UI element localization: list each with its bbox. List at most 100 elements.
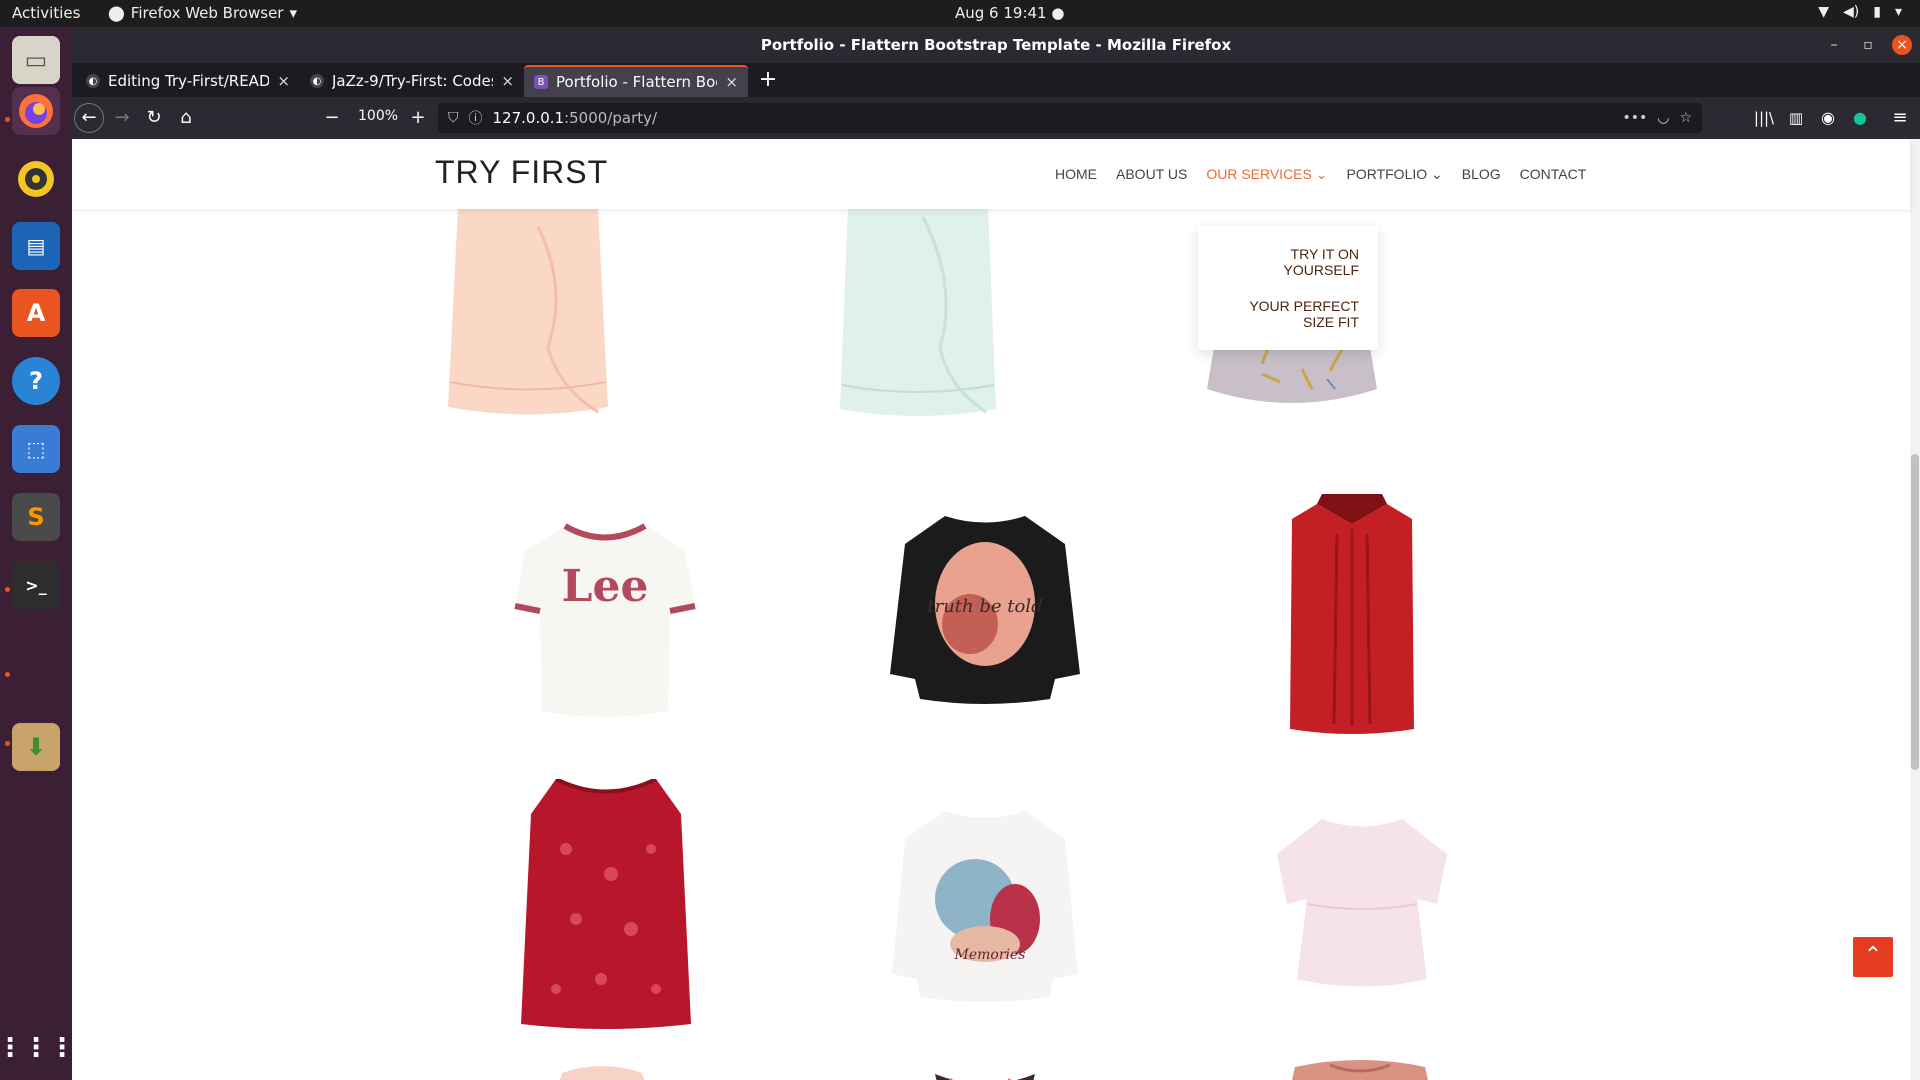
- close-tab-icon[interactable]: ×: [277, 72, 290, 90]
- hamburger-menu-icon[interactable]: ≡: [1886, 104, 1914, 132]
- page-content: TRY FIRST HOME ABOUT US OUR SERVICES ⌄ P…: [72, 139, 1920, 1080]
- tab-editing-readme[interactable]: ◐ Editing Try-First/READM ×: [76, 65, 300, 97]
- firefox-small-icon: ⬤: [108, 4, 125, 22]
- help-icon[interactable]: ?: [12, 357, 60, 405]
- url-text[interactable]: 127.0.0.1:5000/party/: [493, 109, 1613, 127]
- tab-github-repo[interactable]: ◐ JaZz-9/Try-First: Codes a ×: [300, 65, 524, 97]
- system-tray[interactable]: ▼ ◀) ▮ ▾: [1818, 4, 1902, 20]
- menu-contact[interactable]: CONTACT: [1520, 166, 1587, 183]
- close-icon[interactable]: ×: [1892, 35, 1912, 55]
- close-tab-icon[interactable]: ×: [501, 72, 514, 90]
- running-indicator: [5, 587, 10, 592]
- clock-label: Aug 6 19:41: [955, 4, 1047, 22]
- running-indicator: [5, 741, 10, 746]
- writer-icon[interactable]: ▤: [12, 222, 60, 270]
- tab-label: JaZz-9/Try-First: Codes a: [332, 72, 493, 90]
- product-image-truth-be-told-sweater[interactable]: truth be told: [890, 504, 1080, 714]
- product-print-text: truth be told: [927, 596, 1042, 617]
- home-icon[interactable]: ⌂: [172, 104, 200, 132]
- services-dropdown: TRY IT ON YOURSELF YOUR PERFECT SIZE FIT: [1198, 226, 1378, 350]
- new-tab-icon[interactable]: +: [755, 67, 781, 92]
- maximize-icon[interactable]: ▫: [1858, 35, 1878, 55]
- tab-portfolio[interactable]: B Portfolio - Flattern Boot ×: [524, 65, 748, 97]
- menu-services-label: OUR SERVICES: [1206, 166, 1312, 182]
- activities-button[interactable]: Activities: [12, 4, 80, 22]
- tab-label: Portfolio - Flattern Boot: [556, 73, 718, 91]
- window-title: Portfolio - Flattern Bootstrap Template …: [760, 36, 1232, 54]
- show-applications-icon[interactable]: ⋮⋮⋮: [0, 1024, 75, 1072]
- product-image-patterned-partial[interactable]: [930, 1064, 1040, 1080]
- account-icon[interactable]: ◉: [1814, 104, 1842, 132]
- bootstrap-icon: B: [534, 75, 548, 89]
- terminal-icon[interactable]: >_: [12, 561, 60, 609]
- chevron-down-icon: ⌄: [1315, 166, 1328, 182]
- address-bar[interactable]: ⛉ ⓘ 127.0.0.1:5000/party/ ••• ◡ ☆: [438, 103, 1702, 133]
- product-image-red-pleated-top[interactable]: [1272, 494, 1432, 744]
- chevron-down-icon: ⌄: [1431, 166, 1443, 182]
- product-image-mint-ruffle-top[interactable]: [828, 207, 1008, 427]
- menu-portfolio-label: PORTFOLIO: [1346, 166, 1428, 182]
- firefox-logo-icon: [19, 94, 53, 128]
- running-indicator: [5, 672, 10, 677]
- volume-icon: ◀): [1843, 4, 1860, 20]
- software-center-icon[interactable]: A: [12, 289, 60, 337]
- github-icon: ◐: [86, 74, 100, 88]
- menu-home[interactable]: HOME: [1055, 166, 1097, 183]
- firefox-icon[interactable]: [12, 87, 60, 135]
- menu-portfolio[interactable]: PORTFOLIO ⌄: [1346, 166, 1442, 183]
- product-image-white-graphic-top[interactable]: Memories: [890, 799, 1080, 1009]
- back-arrow-icon[interactable]: ←: [74, 103, 104, 133]
- tab-strip: ◐ Editing Try-First/READM × ◐ JaZz-9/Try…: [72, 63, 1920, 97]
- more-actions-icon[interactable]: •••: [1622, 110, 1647, 126]
- sublime-text-icon[interactable]: S: [12, 493, 60, 541]
- product-image-red-lace-top[interactable]: [516, 779, 696, 1029]
- grammarly-icon[interactable]: ●: [1846, 104, 1874, 132]
- product-image-peach-ruffle-top[interactable]: [438, 207, 618, 427]
- info-icon[interactable]: ⓘ: [469, 108, 483, 128]
- archive-manager-icon[interactable]: ⬇: [12, 723, 60, 771]
- minimize-icon[interactable]: –: [1824, 35, 1844, 55]
- zoom-in-icon[interactable]: +: [404, 104, 432, 132]
- url-path: :5000/party/: [564, 109, 658, 127]
- library-icon[interactable]: |||\: [1750, 104, 1778, 132]
- rhythmbox-icon[interactable]: [12, 155, 60, 203]
- scrollbar-thumb[interactable]: [1911, 454, 1919, 770]
- sidebar-icon[interactable]: ▥: [1782, 104, 1810, 132]
- menu-services[interactable]: OUR SERVICES ⌄: [1206, 166, 1327, 183]
- back-to-top-button[interactable]: ⌃: [1853, 937, 1893, 977]
- zoom-level[interactable]: 100%: [358, 108, 398, 124]
- chevron-down-icon: ▾: [289, 4, 297, 22]
- app-menu[interactable]: ⬤ Firefox Web Browser ▾: [108, 4, 297, 22]
- menu-about[interactable]: ABOUT US: [1116, 166, 1187, 183]
- close-tab-icon[interactable]: ×: [725, 73, 738, 91]
- product-image-coral-partial[interactable]: [1280, 1057, 1440, 1080]
- firefox-window: Portfolio - Flattern Bootstrap Template …: [72, 27, 1920, 1080]
- files-icon[interactable]: ▭: [12, 36, 60, 84]
- product-print-text: Memories: [954, 947, 1026, 963]
- main-menu: HOME ABOUT US OUR SERVICES ⌄ PORTFOLIO ⌄…: [1055, 166, 1605, 183]
- pocket-icon[interactable]: ◡: [1657, 110, 1669, 126]
- github-icon: ◐: [310, 74, 324, 88]
- title-bar: Portfolio - Flattern Bootstrap Template …: [72, 27, 1920, 63]
- product-image-pink-knit-partial[interactable]: [532, 1059, 672, 1080]
- site-logo[interactable]: TRY FIRST: [435, 154, 608, 191]
- shield-icon[interactable]: ⛉: [448, 110, 459, 126]
- chevron-up-icon: ⌃: [1863, 943, 1883, 968]
- tab-label: Editing Try-First/READM: [108, 72, 270, 90]
- zoom-out-icon[interactable]: −: [318, 104, 346, 132]
- dropdown-item-size-fit[interactable]: YOUR PERFECT SIZE FIT: [1198, 288, 1378, 340]
- bookmark-star-icon[interactable]: ☆: [1679, 110, 1692, 126]
- reload-icon[interactable]: ↻: [140, 104, 168, 132]
- battery-icon: ▮: [1873, 4, 1881, 20]
- site-header: TRY FIRST HOME ABOUT US OUR SERVICES ⌄ P…: [72, 139, 1910, 209]
- screenshot-icon[interactable]: ⬚: [12, 425, 60, 473]
- wifi-icon: ▼: [1818, 4, 1830, 20]
- product-image-lee-tshirt[interactable]: Lee: [510, 511, 700, 721]
- product-image-pink-babydoll-top[interactable]: [1272, 809, 1452, 989]
- running-indicator: [5, 117, 10, 122]
- menu-blog[interactable]: BLOG: [1462, 166, 1501, 183]
- clock[interactable]: Aug 6 19:41 ●: [955, 4, 1064, 22]
- navigation-toolbar: ← → ↻ ⌂ − 100% + ⛉ ⓘ 127.0.0.1:5000/part…: [72, 97, 1920, 139]
- dropdown-item-try-it-on[interactable]: TRY IT ON YOURSELF: [1198, 236, 1378, 288]
- forward-arrow-icon[interactable]: →: [108, 104, 136, 132]
